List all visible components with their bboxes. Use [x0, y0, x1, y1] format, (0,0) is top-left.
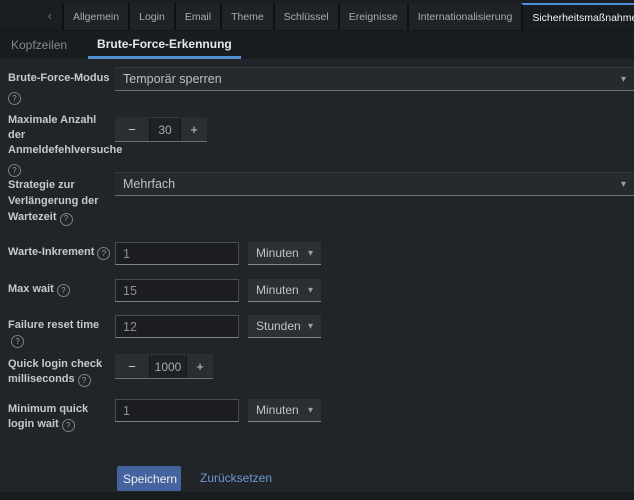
- reset-button[interactable]: Zurücksetzen: [200, 471, 272, 485]
- subtab-brute-force-erkennung[interactable]: Brute-Force-Erkennung: [88, 31, 241, 59]
- tab-scroll-left-button[interactable]: ‹: [0, 0, 62, 30]
- field-label-brute-force-modus: Brute-Force-Modus ?: [8, 71, 112, 105]
- max-wait-input[interactable]: [115, 279, 239, 302]
- stepper-value[interactable]: 1000: [149, 354, 187, 378]
- minus-button[interactable]: −: [115, 117, 149, 141]
- quick-login-check-stepper: − 1000 +: [115, 354, 213, 379]
- warte-inkrement-unit-select[interactable]: Minuten ▾: [248, 242, 321, 265]
- brute-force-mode-select[interactable]: Temporär sperren ▾: [115, 67, 634, 91]
- help-icon[interactable]: ?: [97, 247, 110, 260]
- field-label-wait-increment-strategy: Strategie zur Verlängerung der Wartezeit…: [8, 177, 112, 226]
- field-label-minimum-quick-login-wait: Minimum quick login wait?: [8, 402, 112, 432]
- max-login-failures-stepper: − 30 +: [115, 117, 207, 142]
- security-defenses-subtabbar: Kopfzeilen Brute-Force-Erkennung: [0, 31, 634, 59]
- tab-schluessel[interactable]: Schlüssel: [273, 3, 338, 30]
- tab-ereignisse[interactable]: Ereignisse: [338, 3, 407, 30]
- field-label-warte-inkrement: Warte-Inkrement?: [8, 245, 112, 260]
- tab-email[interactable]: Email: [174, 3, 220, 30]
- caret-down-icon: ▾: [621, 74, 626, 85]
- select-value: Temporär sperren: [123, 72, 222, 86]
- minus-button[interactable]: −: [115, 354, 149, 378]
- unit-value: Stunden: [256, 319, 301, 333]
- tab-list: Allgemein Login Email Theme Schlüssel Er…: [62, 0, 634, 30]
- failure-reset-time-input[interactable]: [115, 315, 239, 338]
- help-icon[interactable]: ?: [57, 284, 70, 297]
- caret-down-icon: ▾: [308, 248, 313, 259]
- subtab-kopfzeilen[interactable]: Kopfzeilen: [2, 31, 76, 59]
- help-icon[interactable]: ?: [8, 92, 21, 105]
- tab-login[interactable]: Login: [128, 3, 174, 30]
- max-wait-unit-select[interactable]: Minuten ▾: [248, 279, 321, 302]
- help-icon[interactable]: ?: [60, 213, 73, 226]
- tab-internationalisierung[interactable]: Internationalisierung: [407, 3, 522, 30]
- help-icon[interactable]: ?: [78, 374, 91, 387]
- tab-sicherheitsmassnahmen[interactable]: Sicherheitsmaßnahmen: [521, 3, 634, 30]
- caret-down-icon: ▾: [621, 179, 626, 190]
- minimum-quick-login-wait-input[interactable]: [115, 399, 239, 422]
- unit-value: Minuten: [256, 246, 299, 260]
- plus-button[interactable]: +: [187, 354, 213, 378]
- unit-value: Minuten: [256, 283, 299, 297]
- caret-down-icon: ▾: [308, 405, 313, 416]
- field-label-max-wait: Max wait?: [8, 282, 112, 297]
- tab-theme[interactable]: Theme: [220, 3, 273, 30]
- tab-allgemein[interactable]: Allgemein: [62, 3, 128, 30]
- help-icon[interactable]: ?: [8, 164, 21, 177]
- field-label-failure-reset-time: Failure reset time?: [8, 318, 112, 348]
- chevron-left-icon: ‹: [48, 8, 52, 23]
- field-label-quick-login-check: Quick login check milliseconds?: [8, 357, 112, 387]
- bottom-strip: [0, 492, 634, 500]
- help-icon[interactable]: ?: [62, 419, 75, 432]
- caret-down-icon: ▾: [308, 285, 313, 296]
- plus-button[interactable]: +: [181, 117, 207, 141]
- stepper-value[interactable]: 30: [149, 117, 181, 141]
- save-button[interactable]: Speichern: [117, 466, 181, 491]
- failure-reset-time-unit-select[interactable]: Stunden ▾: [248, 315, 321, 338]
- realm-settings-tabbar: ‹ Allgemein Login Email Theme Schlüssel …: [0, 0, 634, 31]
- unit-value: Minuten: [256, 403, 299, 417]
- wait-strategy-select[interactable]: Mehrfach ▾: [115, 172, 634, 196]
- warte-inkrement-input[interactable]: [115, 242, 239, 265]
- minimum-quick-login-wait-unit-select[interactable]: Minuten ▾: [248, 399, 321, 422]
- select-value: Mehrfach: [123, 177, 175, 191]
- caret-down-icon: ▾: [308, 321, 313, 332]
- help-icon[interactable]: ?: [11, 335, 24, 348]
- field-label-max-login-failures: Maximale Anzahl der Anmeldefehlversuche …: [8, 113, 112, 177]
